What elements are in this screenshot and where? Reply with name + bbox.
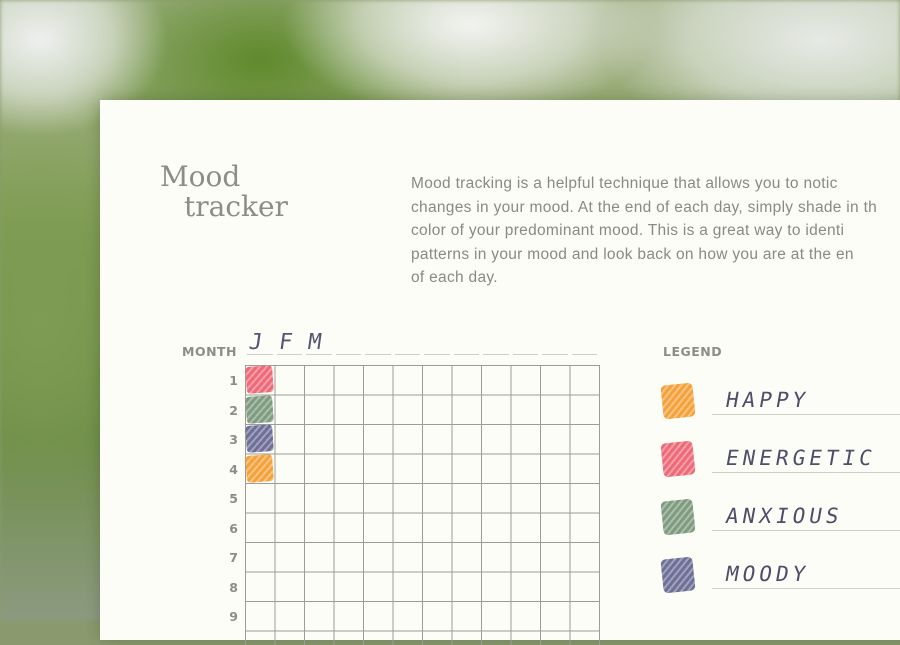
- title-line-1: Mood: [160, 160, 241, 193]
- month-letter: J: [247, 330, 265, 355]
- intro-paragraph: Mood tracking is a helpful technique tha…: [411, 172, 900, 290]
- legend-swatch: [660, 440, 696, 478]
- day-number: 8: [229, 579, 238, 595]
- day-number: 5: [229, 491, 238, 506]
- legend-swatch: [660, 556, 696, 594]
- intro-line: color of your predominant mood. This is …: [411, 222, 845, 239]
- intro-line: changes in your mood. At the end of each…: [411, 198, 878, 216]
- legend-write-line: [712, 588, 900, 589]
- month-slot-line: [453, 354, 479, 355]
- page-title: Mood tracker: [160, 162, 288, 222]
- legend-mood-label: ENERGETIC: [723, 446, 878, 470]
- month-letter: M: [306, 330, 324, 355]
- month-slot-line: [542, 354, 568, 355]
- day-number: 2: [229, 402, 238, 418]
- shaded-cell-energetic[interactable]: [245, 365, 274, 394]
- mood-grid[interactable]: [245, 365, 600, 645]
- month-slot-line: [394, 354, 420, 355]
- month-slot-line: [483, 354, 509, 355]
- month-label: MONTH: [182, 344, 238, 359]
- intro-line: patterns in your mood and look back on h…: [411, 245, 854, 263]
- legend-item-energetic: ENERGETIC: [660, 440, 900, 482]
- day-number: 7: [229, 550, 238, 565]
- day-number: 9: [229, 609, 238, 624]
- legend-swatch: [660, 498, 696, 536]
- month-slot-line: [512, 354, 538, 355]
- shaded-cell-anxious[interactable]: [245, 394, 274, 424]
- day-number: 3: [229, 432, 238, 447]
- legend-write-line: [712, 414, 900, 415]
- month-slot-line: [571, 354, 597, 355]
- legend-mood-label: MOODY: [723, 562, 812, 586]
- legend-write-line: [712, 530, 900, 531]
- legend-item-happy: HAPPY: [660, 382, 900, 424]
- legend-item-moody: MOODY: [660, 556, 900, 598]
- day-number: 4: [229, 461, 238, 477]
- month-slot-line: [365, 354, 391, 355]
- intro-line: of each day.: [411, 269, 498, 286]
- mood-tracker-sheet: Mood tracker Mood tracking is a helpful …: [100, 100, 900, 645]
- legend-mood-label: ANXIOUS: [723, 504, 845, 528]
- day-number: 6: [229, 520, 238, 536]
- legend-label: LEGEND: [663, 344, 723, 359]
- title-line-2: tracker: [184, 190, 288, 223]
- shaded-cell-happy[interactable]: [245, 453, 274, 483]
- legend-swatch: [660, 382, 696, 420]
- shaded-cell-moody[interactable]: [245, 424, 274, 453]
- month-letter: F: [276, 330, 294, 355]
- month-slot-line: [335, 354, 361, 355]
- month-slot-line: [424, 354, 450, 355]
- intro-line: Mood tracking is a helpful technique tha…: [411, 175, 838, 192]
- day-number: 1: [229, 373, 238, 388]
- legend-item-anxious: ANXIOUS: [660, 498, 900, 540]
- legend-mood-label: HAPPY: [723, 388, 812, 412]
- legend-write-line: [712, 472, 900, 473]
